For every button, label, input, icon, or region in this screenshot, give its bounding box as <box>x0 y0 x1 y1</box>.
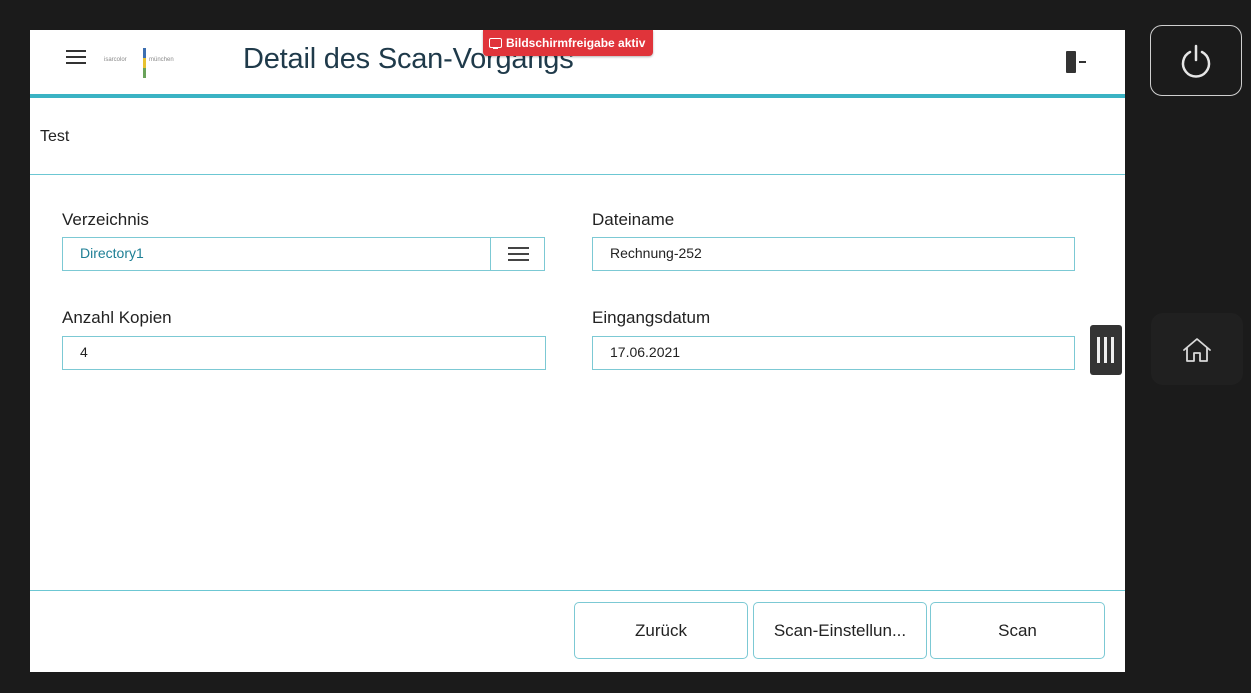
home-button[interactable] <box>1151 313 1243 385</box>
power-icon <box>1181 44 1210 78</box>
scan-settings-button[interactable]: Scan-Einstellun... <box>753 602 927 659</box>
power-button[interactable] <box>1150 25 1242 96</box>
device-screen: isarcolor münchen Detail des Scan-Vorgan… <box>30 30 1125 672</box>
home-icon <box>1183 338 1211 362</box>
top-bar: isarcolor münchen Detail des Scan-Vorgan… <box>30 30 1125 98</box>
screen-share-icon <box>489 38 502 49</box>
side-drawer-handle[interactable] <box>1090 325 1122 375</box>
date-label: Eingangsdatum <box>592 308 711 327</box>
directory-list-button[interactable] <box>490 237 545 271</box>
screen-share-label: Bildschirmfreigabe aktiv <box>506 36 646 50</box>
copies-field[interactable]: 4 <box>62 336 546 370</box>
scan-button[interactable]: Scan <box>930 602 1105 659</box>
logo-text-right: münchen <box>149 57 174 63</box>
back-button[interactable]: Zurück <box>574 602 748 659</box>
exit-icon[interactable] <box>1066 51 1086 73</box>
job-name-bar: Test <box>30 98 1125 175</box>
copies-label: Anzahl Kopien <box>62 308 172 327</box>
menu-icon[interactable] <box>66 50 86 68</box>
screen-share-badge: Bildschirmfreigabe aktiv <box>483 30 654 56</box>
job-name: Test <box>40 128 70 145</box>
directory-field[interactable]: Directory1 <box>62 237 492 271</box>
logo-text-left: isarcolor <box>104 57 127 63</box>
date-field[interactable]: 17.06.2021 <box>592 336 1075 370</box>
filename-field[interactable]: Rechnung-252 <box>592 237 1075 271</box>
footer-divider <box>30 590 1125 591</box>
logo: isarcolor münchen <box>104 48 200 78</box>
logo-bar <box>143 48 146 78</box>
filename-label: Dateiname <box>592 210 675 229</box>
directory-label: Verzeichnis <box>62 210 149 229</box>
